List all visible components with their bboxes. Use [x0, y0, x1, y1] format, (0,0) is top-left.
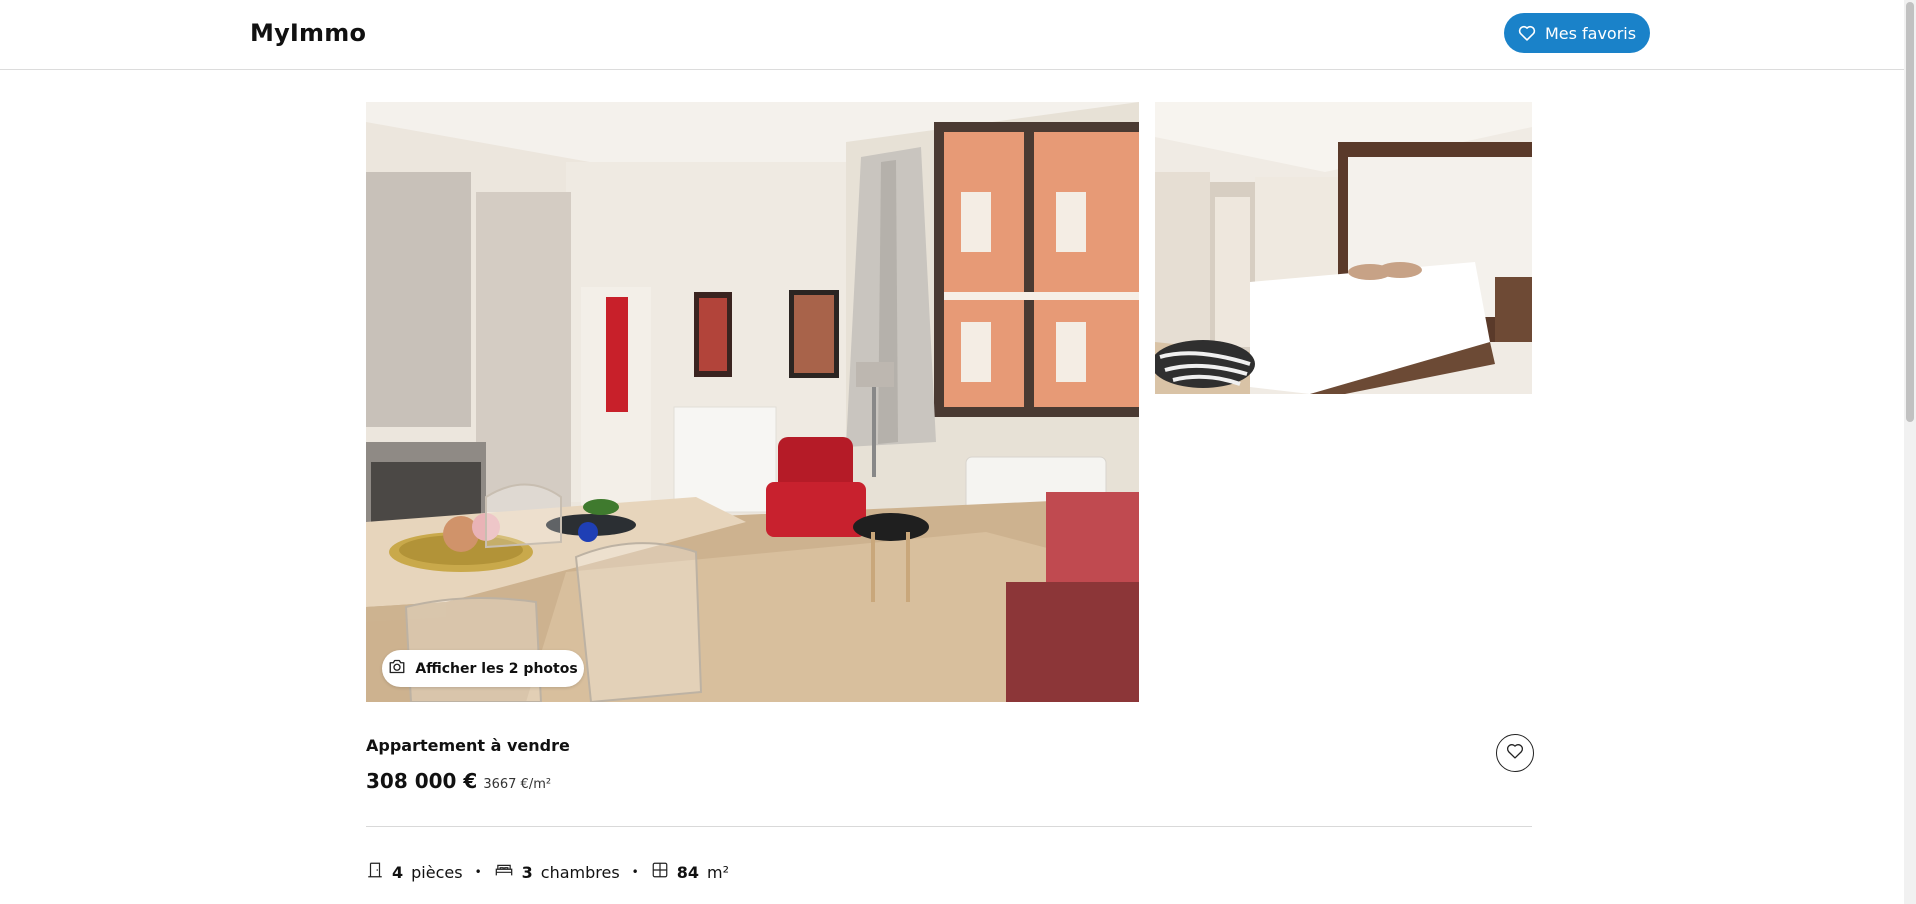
page: MyImmo Mes favoris Afficher les 2 photos… [0, 0, 1916, 904]
favorites-button[interactable]: Mes favoris [1504, 13, 1650, 53]
bedrooms-count: 3 [521, 862, 533, 882]
camera-icon [388, 659, 406, 678]
add-favorite-button[interactable] [1496, 734, 1534, 772]
property-type: Appartement à vendre [366, 736, 570, 755]
feature-surface: 84 m² [651, 861, 729, 883]
show-photos-button[interactable]: Afficher les 2 photos [382, 650, 584, 687]
features-list: 4 pièces • 3 chambres • 84 m² [366, 861, 729, 883]
scrollbar-thumb[interactable] [1906, 2, 1914, 422]
surface-unit: m² [707, 862, 730, 882]
price: 308 000 € [366, 769, 478, 793]
bedrooms-label: chambres [540, 862, 620, 882]
surface-value: 84 [676, 862, 700, 882]
heart-outline-icon [1506, 743, 1524, 763]
top-header: MyImmo Mes favoris [0, 0, 1904, 70]
show-photos-label: Afficher les 2 photos [415, 660, 578, 677]
main-photo-image [366, 102, 1139, 702]
feature-bedrooms: 3 chambres [494, 862, 620, 882]
main-photo[interactable] [366, 102, 1139, 702]
floor-plan-icon [651, 861, 669, 883]
page-scrollbar[interactable] [1904, 0, 1916, 904]
rooms-label: pièces [411, 862, 463, 882]
rooms-count: 4 [392, 862, 404, 882]
door-icon [366, 861, 384, 883]
price-row: 308 000 € 3667 €/m² [366, 769, 551, 793]
side-photo[interactable] [1155, 102, 1532, 394]
divider [366, 826, 1532, 827]
separator-dot: • [474, 865, 482, 879]
logo[interactable]: MyImmo [250, 19, 366, 47]
bed-icon [494, 862, 514, 882]
side-photo-image [1155, 102, 1532, 394]
separator-dot: • [631, 865, 639, 879]
feature-rooms: 4 pièces [366, 861, 463, 883]
favorites-label: Mes favoris [1544, 23, 1637, 43]
price-per-m2: 3667 €/m² [483, 777, 552, 792]
heart-icon [1518, 25, 1536, 41]
